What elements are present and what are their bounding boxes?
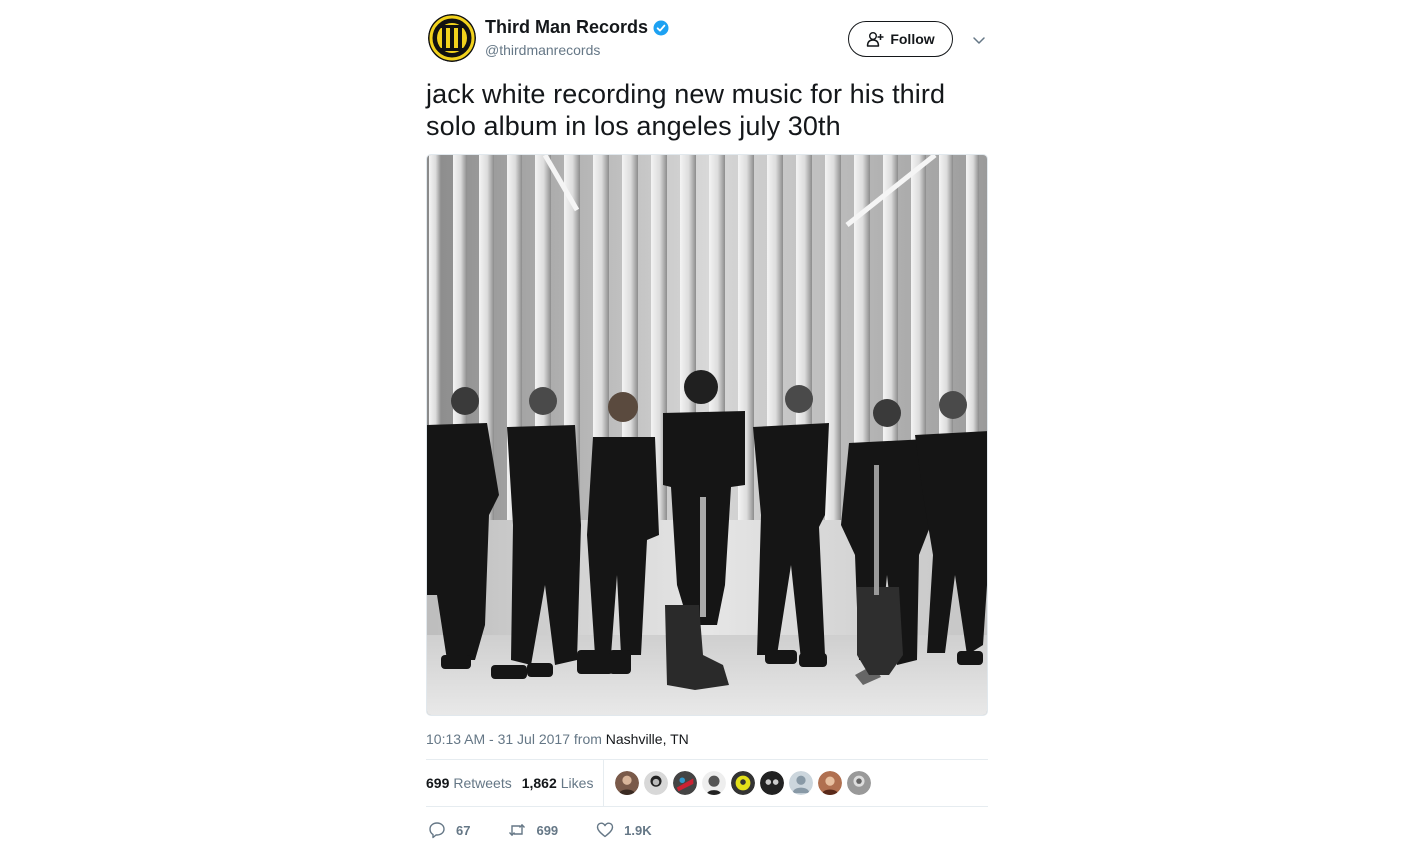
reply-action[interactable]: 67: [428, 821, 470, 839]
tweet-text-line: jack white recording new music for his t…: [426, 79, 946, 109]
retweets-label: Retweets: [453, 775, 512, 791]
band-photo[interactable]: [427, 155, 988, 716]
tweet-photo[interactable]: [426, 154, 988, 716]
liker-avatar[interactable]: [730, 770, 757, 796]
like-count: 1.9K: [624, 822, 652, 838]
liker-avatars: [614, 770, 873, 796]
likes-label: Likes: [560, 775, 594, 791]
tweet-header: Third Man Records @thirdmanrecords Follo…: [426, 12, 988, 74]
follow-button[interactable]: Follow: [848, 21, 953, 57]
liker-avatar[interactable]: [788, 770, 815, 796]
chevron-down-icon[interactable]: [971, 33, 987, 47]
stats-divider: [603, 760, 605, 806]
retweets-stat[interactable]: 699 Retweets: [426, 775, 512, 791]
tweet-actions: 67 699 1.9K: [426, 807, 988, 853]
likes-stat[interactable]: 1,862 Likes: [522, 775, 594, 791]
retweets-count: 699: [426, 775, 450, 791]
user-handle[interactable]: @thirdmanrecords: [485, 42, 669, 58]
retweet-icon: [509, 824, 526, 836]
liker-avatar[interactable]: [701, 770, 728, 796]
liker-avatar[interactable]: [817, 770, 844, 796]
display-name[interactable]: Third Man Records: [485, 17, 648, 38]
reply-icon: [429, 822, 445, 839]
follow-label: Follow: [890, 31, 935, 47]
verified-badge-icon: [653, 20, 669, 36]
liker-avatar[interactable]: [672, 770, 699, 796]
tweet-stats: 699 Retweets 1,862 Likes: [426, 759, 988, 807]
tweet-location[interactable]: Nashville, TN: [606, 731, 689, 747]
retweet-count: 699: [536, 822, 559, 838]
tweet-timestamp[interactable]: 10:13 AM - 31 Jul 2017: [426, 731, 570, 747]
heart-icon: [596, 822, 614, 838]
tweet-text: jack white recording new music for his t…: [426, 78, 988, 142]
liker-avatar[interactable]: [846, 770, 873, 796]
tweet-card: Third Man Records @thirdmanrecords Follo…: [426, 12, 988, 853]
name-block[interactable]: Third Man Records @thirdmanrecords: [485, 17, 669, 58]
tweet-metadata: 10:13 AM - 31 Jul 2017 from Nashville, T…: [426, 731, 988, 747]
tweet-text-line: solo album in los angeles july 30th: [426, 111, 841, 141]
liker-avatar[interactable]: [643, 770, 670, 796]
profile-avatar[interactable]: [428, 14, 476, 62]
liker-avatar[interactable]: [614, 770, 641, 796]
add-person-icon: [867, 32, 884, 47]
liker-avatar[interactable]: [759, 770, 786, 796]
likes-count: 1,862: [521, 775, 557, 791]
like-action[interactable]: 1.9K: [596, 821, 652, 839]
retweet-action[interactable]: 699: [508, 821, 558, 839]
reply-count: 67: [456, 822, 471, 838]
from-label: from: [573, 731, 602, 747]
